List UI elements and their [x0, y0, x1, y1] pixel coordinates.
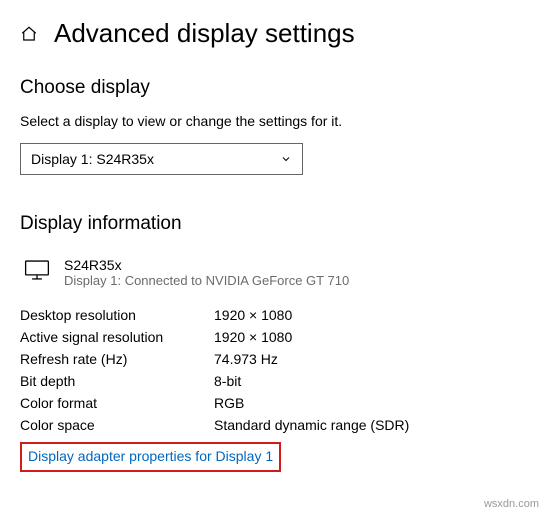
- prop-label: Bit depth: [20, 373, 214, 389]
- prop-desktop-resolution: Desktop resolution 1920 × 1080: [20, 304, 529, 326]
- monitor-name: S24R35x: [64, 257, 349, 273]
- prop-refresh-rate: Refresh rate (Hz) 74.973 Hz: [20, 348, 529, 370]
- prop-label: Desktop resolution: [20, 307, 214, 323]
- prop-bit-depth: Bit depth 8-bit: [20, 370, 529, 392]
- display-select-dropdown[interactable]: Display 1: S24R35x: [20, 143, 303, 175]
- home-icon[interactable]: [20, 25, 38, 43]
- monitor-summary: S24R35x Display 1: Connected to NVIDIA G…: [20, 257, 529, 288]
- prop-label: Refresh rate (Hz): [20, 351, 214, 367]
- prop-value: 8-bit: [214, 373, 241, 389]
- display-information-heading: Display information: [20, 213, 529, 235]
- prop-value: 1920 × 1080: [214, 329, 292, 345]
- prop-color-format: Color format RGB: [20, 392, 529, 414]
- page-header: Advanced display settings: [20, 18, 529, 49]
- watermark: wsxdn.com: [484, 498, 539, 510]
- display-information-section: Display information S24R35x Display 1: C…: [20, 213, 529, 472]
- prop-value: 74.973 Hz: [214, 351, 278, 367]
- choose-display-instruction: Select a display to view or change the s…: [20, 113, 529, 129]
- monitor-icon: [24, 257, 50, 281]
- prop-color-space: Color space Standard dynamic range (SDR): [20, 414, 529, 436]
- adapter-properties-link[interactable]: Display adapter properties for Display 1: [28, 448, 273, 464]
- choose-display-heading: Choose display: [20, 77, 529, 99]
- prop-active-resolution: Active signal resolution 1920 × 1080: [20, 326, 529, 348]
- prop-label: Color format: [20, 395, 214, 411]
- prop-label: Active signal resolution: [20, 329, 214, 345]
- prop-value: 1920 × 1080: [214, 307, 292, 323]
- display-properties-list: Desktop resolution 1920 × 1080 Active si…: [20, 304, 529, 436]
- monitor-connection: Display 1: Connected to NVIDIA GeForce G…: [64, 273, 349, 288]
- highlight-box: Display adapter properties for Display 1: [20, 442, 281, 472]
- chevron-down-icon: [280, 153, 292, 165]
- choose-display-section: Choose display Select a display to view …: [20, 77, 529, 175]
- page-title: Advanced display settings: [54, 18, 355, 49]
- prop-value: RGB: [214, 395, 244, 411]
- display-select-value: Display 1: S24R35x: [31, 151, 154, 167]
- prop-value: Standard dynamic range (SDR): [214, 417, 409, 433]
- prop-label: Color space: [20, 417, 214, 433]
